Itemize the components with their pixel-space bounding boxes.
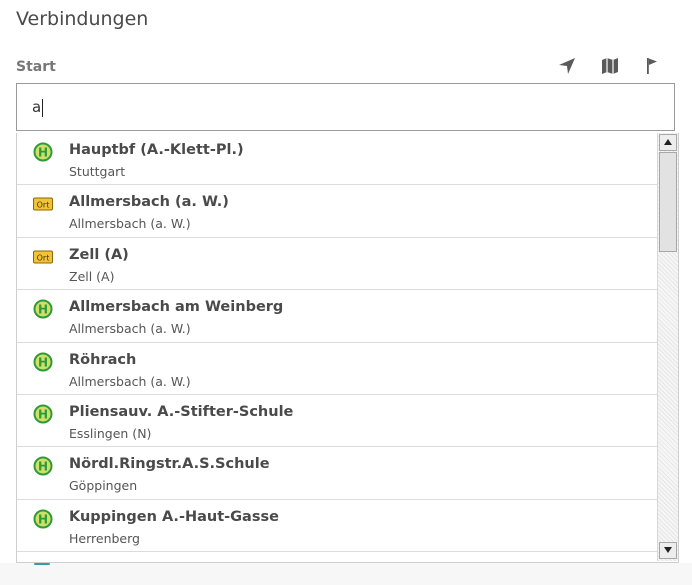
scrollbar[interactable] — [657, 133, 678, 561]
place-icon: Ort — [33, 194, 53, 214]
page-title: Verbindungen — [16, 8, 149, 30]
stop-badge-text: H — [38, 512, 48, 526]
suggestion-location: Esslingen (N) — [69, 425, 152, 441]
suggestion-item[interactable]: Ort Zell (A) Zell (A) — [17, 238, 657, 291]
text-caret — [42, 99, 43, 117]
connections-page: Verbindungen Start H — [0, 0, 692, 585]
suggestion-location: Allmersbach (a. W.) — [69, 321, 191, 337]
suggestion-list: H Hauptbf (A.-Klett-Pl.) Stuttgart Ort A… — [17, 133, 657, 553]
start-label: Start — [16, 59, 56, 75]
bus-stop-icon: H — [33, 299, 53, 319]
place-badge-text: Ort — [37, 253, 50, 262]
stop-badge-text: H — [38, 146, 48, 160]
place-badge-text: Ort — [37, 201, 50, 210]
bus-stop-icon: H — [33, 456, 53, 476]
suggestion-item[interactable]: H Hauptbf (A.-Klett-Pl.) Stuttgart — [17, 133, 657, 186]
suggestion-item[interactable]: Ort Allmersbach (a. W.) Allmersbach (a. … — [17, 185, 657, 238]
place-icon: Ort — [33, 247, 53, 267]
map-icon[interactable] — [600, 56, 620, 76]
suggestion-location: Zell (A) — [69, 268, 115, 284]
stop-badge-text: H — [38, 303, 48, 317]
stop-badge-text: H — [38, 407, 48, 421]
suggestion-name: Pliensauv. A.-Stifter-Schule — [69, 403, 294, 420]
suggestion-dropdown: H Hauptbf (A.-Klett-Pl.) Stuttgart Ort A… — [16, 133, 679, 563]
bus-stop-icon: H — [33, 509, 53, 529]
bottom-area — [0, 563, 692, 585]
suggestion-item[interactable]: H Allmersbach am Weinberg Allmersbach (a… — [17, 290, 657, 343]
suggestion-location: Allmersbach (a. W.) — [69, 373, 191, 389]
stop-badge-text: H — [38, 460, 48, 474]
suggestion-name: Zell (A) — [69, 246, 129, 263]
suggestion-item[interactable]: H Nördl.Ringstr.A.S.Schule Göppingen — [17, 447, 657, 500]
bus-stop-icon: H — [33, 142, 53, 162]
scrollbar-thumb[interactable] — [659, 152, 677, 252]
suggestion-location: Göppingen — [69, 478, 138, 494]
arrow-up-icon — [664, 139, 672, 145]
suggestion-name: Hauptbf (A.-Klett-Pl.) — [69, 142, 244, 158]
arrow-down-icon — [664, 547, 672, 553]
scroll-up-button[interactable] — [659, 134, 677, 151]
suggestion-item[interactable]: H Röhrach Allmersbach (a. W.) — [17, 343, 657, 395]
bus-stop-icon: H — [33, 352, 53, 372]
suggestion-name: Röhrach — [69, 351, 137, 368]
stop-badge-text: H — [38, 355, 48, 369]
suggestion-item[interactable]: H Pliensauv. A.-Stifter-Schule Esslingen… — [17, 395, 657, 448]
start-search-input[interactable] — [17, 84, 674, 130]
partially-hidden-icon — [34, 563, 50, 565]
suggestion-name: Allmersbach am Weinberg — [69, 299, 284, 316]
suggestion-name: Nördl.Ringstr.A.S.Schule — [69, 456, 270, 473]
suggestion-item[interactable]: H Kuppingen A.-Haut-Gasse Herrenberg — [17, 500, 657, 553]
start-search-field[interactable] — [16, 83, 675, 131]
suggestion-location: Stuttgart — [69, 164, 126, 179]
suggestion-location: Herrenberg — [69, 530, 140, 546]
suggestion-name: Kuppingen A.-Haut-Gasse — [69, 508, 279, 525]
suggestion-location: Allmersbach (a. W.) — [69, 216, 191, 232]
bus-stop-icon: H — [33, 404, 53, 424]
scroll-down-button[interactable] — [659, 542, 677, 559]
location-arrow-icon[interactable] — [557, 56, 577, 76]
flag-icon[interactable] — [642, 56, 662, 76]
suggestion-name: Allmersbach (a. W.) — [69, 194, 229, 211]
